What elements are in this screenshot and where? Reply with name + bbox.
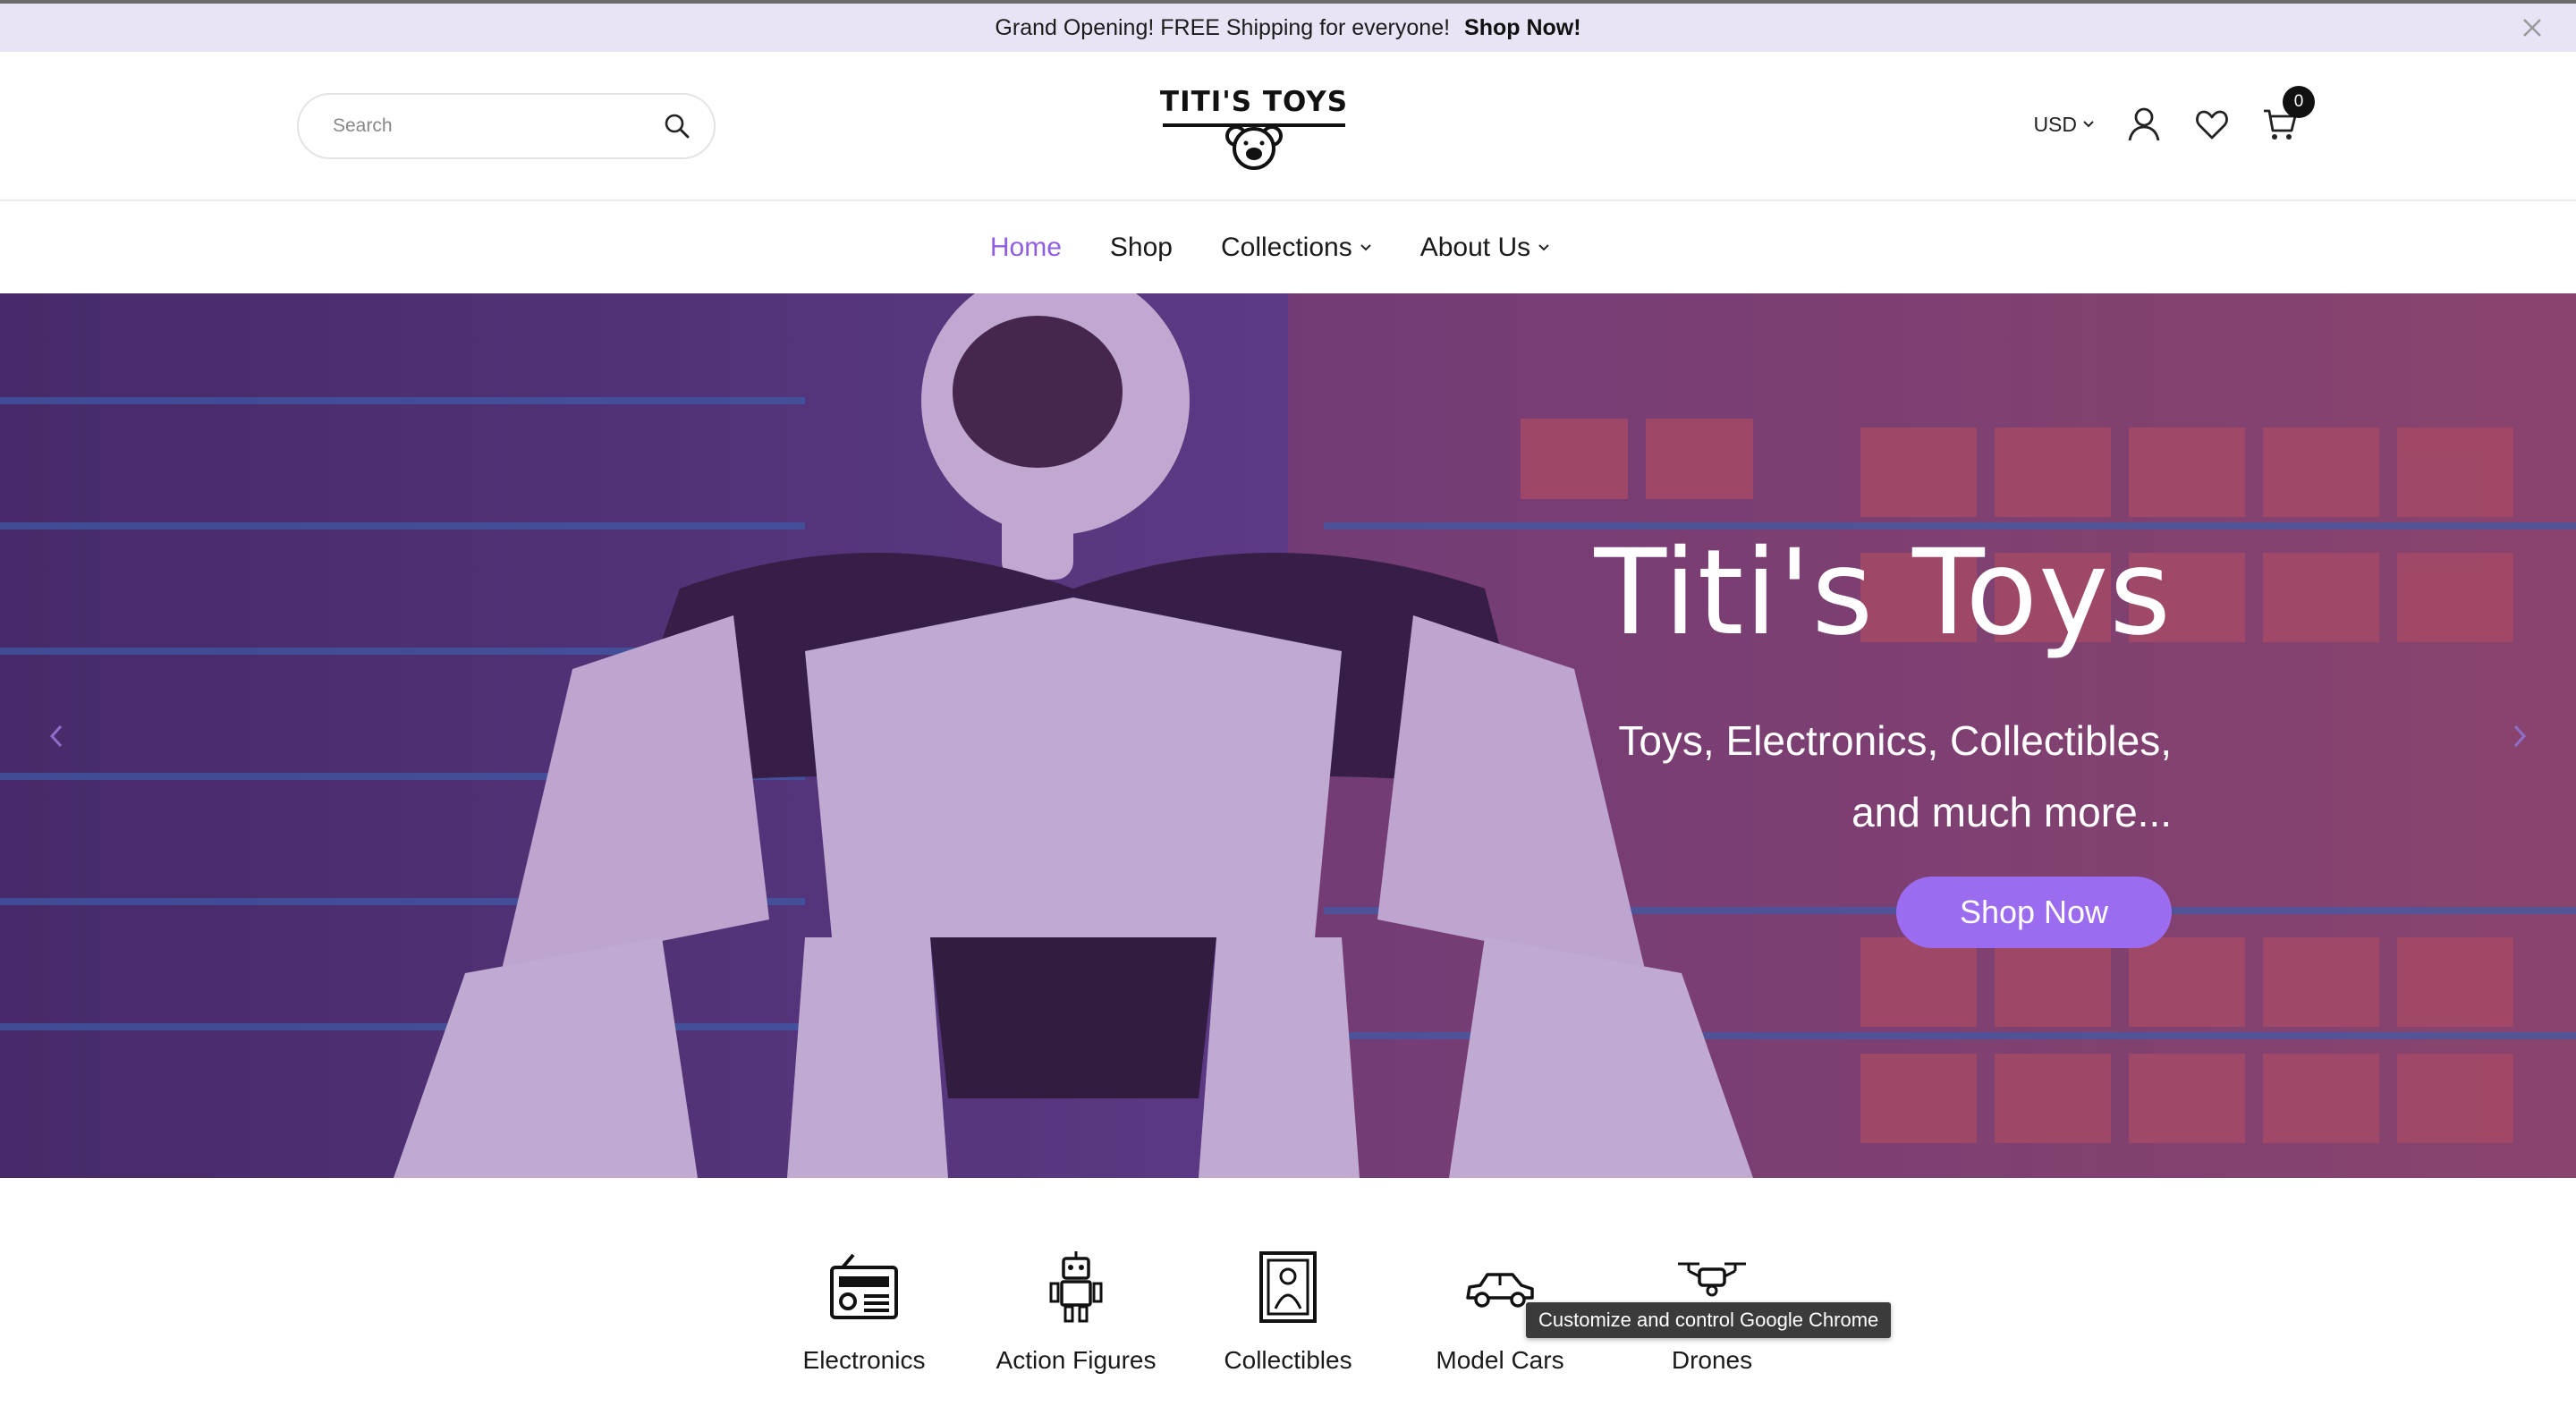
category-collectibles[interactable]: Collectibles [1182, 1178, 1394, 1415]
nav-item-label: About Us [1419, 232, 1531, 262]
chevron-down-icon [2083, 121, 2094, 128]
teddy-bear-icon [1163, 123, 1345, 170]
category-label: Action Figures [996, 1346, 1157, 1374]
cart-count-badge: 0 [2283, 86, 2315, 118]
category-label: Collectibles [1224, 1346, 1352, 1374]
category-label: Drones [1671, 1346, 1753, 1374]
nav-item-label: Home [989, 232, 1062, 262]
category-electronics[interactable]: Electronics [758, 1178, 970, 1415]
chevron-left-icon[interactable] [47, 723, 66, 750]
announcement-bar: Grand Opening! FREE Shipping for everyon… [0, 0, 2576, 52]
main-nav: Home Shop Collections About Us [0, 201, 2576, 293]
hero-shop-now-button[interactable]: Shop Now [1896, 877, 2172, 948]
chevron-down-icon [1360, 243, 1371, 250]
hero-subtitle: Toys, Electronics, Collectibles, and muc… [1618, 717, 2172, 835]
category-label: Model Cars [1436, 1346, 1564, 1374]
site-logo[interactable]: TITI'S TOYS [1159, 86, 1349, 172]
category-model-cars[interactable]: Model Cars [1394, 1178, 1606, 1415]
announcement-shop-now-link[interactable]: Shop Now! [1464, 15, 1581, 41]
user-icon[interactable] [2125, 106, 2163, 143]
category-action-figures[interactable]: Action Figures [970, 1178, 1182, 1415]
category-drones[interactable]: Drones [1606, 1178, 1818, 1415]
cart-button[interactable]: 0 [2261, 86, 2315, 143]
nav-item-label: Collections [1220, 232, 1352, 262]
announcement-message: Grand Opening! FREE Shipping for everyon… [995, 14, 1451, 40]
hero-overlay [0, 293, 2576, 1178]
radio-icon [830, 1253, 898, 1319]
header-actions: USD 0 [2033, 86, 2315, 143]
category-label: Electronics [802, 1346, 926, 1374]
chevron-right-icon[interactable] [2510, 723, 2529, 750]
hero-title: Titi's Toys [1594, 524, 2172, 662]
nav-item-home[interactable]: Home [990, 233, 1062, 263]
close-icon[interactable] [2519, 14, 2546, 41]
hero-banner: Titi's Toys Toys, Electronics, Collectib… [0, 293, 2576, 1178]
framed-art-icon [1259, 1251, 1317, 1323]
currency-selector[interactable]: USD [2033, 113, 2095, 137]
search-input[interactable] [333, 115, 662, 137]
nav-item-shop[interactable]: Shop [1110, 233, 1173, 263]
chevron-down-icon [1538, 243, 1549, 250]
nav-item-label: Shop [1109, 232, 1173, 262]
browser-tooltip: Customize and control Google Chrome [1526, 1302, 1892, 1338]
heart-icon[interactable] [2193, 106, 2231, 143]
nav-item-about-us[interactable]: About Us [1420, 233, 1550, 263]
category-strip: Electronics Action Figures Collectibles [0, 1178, 2576, 1415]
search-icon[interactable] [662, 111, 692, 141]
robot-icon [1049, 1251, 1103, 1323]
search-box [297, 93, 716, 159]
nav-item-collections[interactable]: Collections [1221, 233, 1372, 263]
site-header: TITI'S TOYS USD [0, 52, 2576, 201]
currency-label: USD [2033, 112, 2077, 136]
